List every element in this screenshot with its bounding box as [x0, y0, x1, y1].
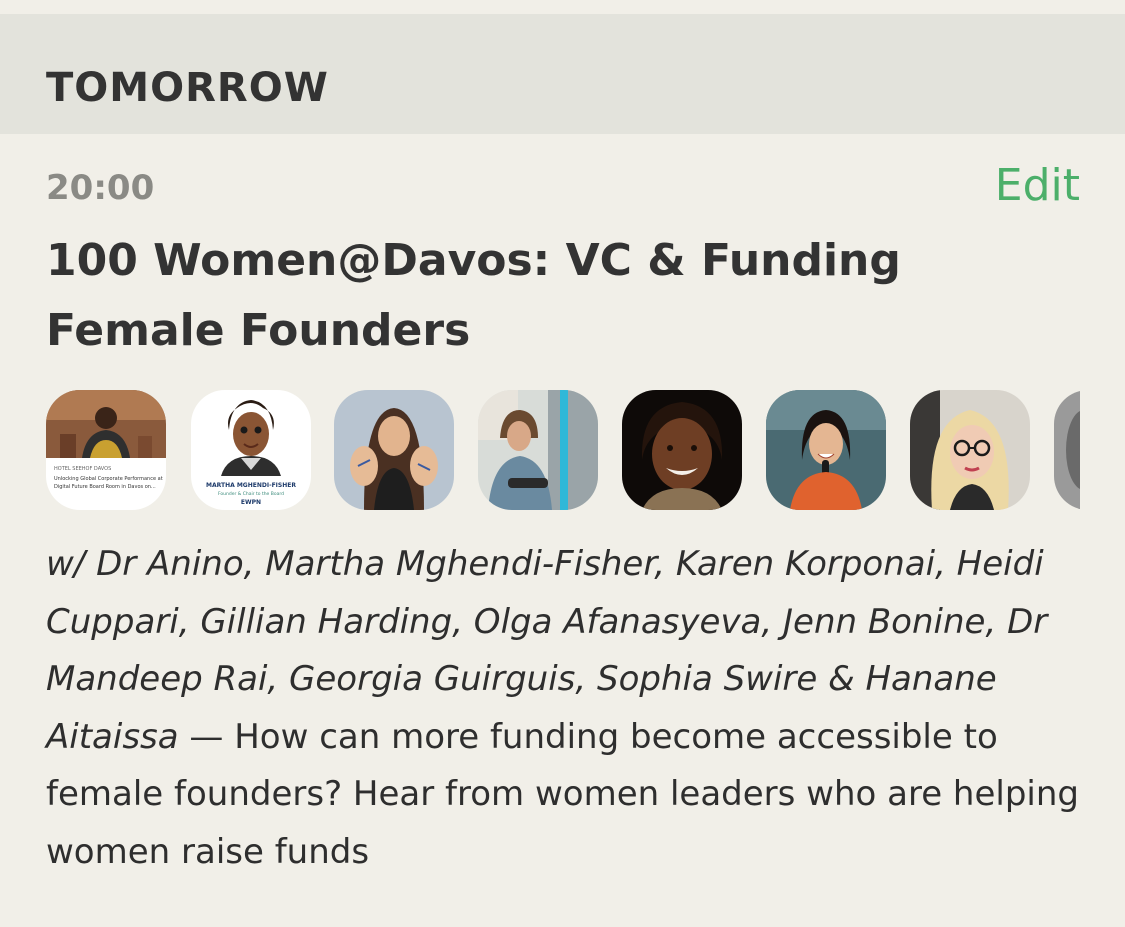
section-header-label: TOMORROW [46, 65, 329, 111]
avatar-partial[interactable] [1054, 390, 1080, 510]
avatar-karen-korponai[interactable] [334, 390, 454, 510]
avatar-dr-anino[interactable]: HOTEL SEEHOF DAVOS Unlocking Global Corp… [46, 390, 166, 510]
speaker-avatar-row[interactable]: HOTEL SEEHOF DAVOS Unlocking Global Corp… [46, 390, 1080, 512]
event-description: w/ Dr Anino, Martha Mghendi-Fisher, Kare… [46, 536, 1086, 881]
event-list-page: TOMORROW 20:00 Edit 100 Women@Davos: VC … [0, 0, 1125, 927]
top-strip [0, 0, 1125, 14]
avatar-olga-afanasyeva[interactable] [766, 390, 886, 510]
section-header: TOMORROW [0, 14, 1125, 134]
avatar-caption-line3: EWPN [241, 499, 261, 506]
avatar-caption-line1: MARTHA MGHENDI-FISHER [206, 482, 296, 489]
event-time: 20:00 [46, 168, 155, 208]
avatar-caption-line3: Digital Future Board Room in Davos on... [54, 484, 156, 490]
event-title[interactable]: 100 Women@Davos: VC & Funding Female Fou… [46, 226, 1046, 366]
avatar-caption-line1: HOTEL SEEHOF DAVOS [54, 466, 111, 472]
avatar-jenn-bonine[interactable] [910, 390, 1030, 510]
edit-button[interactable]: Edit [995, 160, 1080, 212]
avatar-caption-line2: Founder & Chair to the Board [218, 491, 284, 497]
description-separator: — [178, 716, 235, 757]
avatar-gillian-harding[interactable] [622, 390, 742, 510]
avatar-martha-mghendi-fisher[interactable]: MARTHA MGHENDI-FISHER Founder & Chair to… [191, 390, 311, 510]
avatar-heidi-cuppari[interactable] [478, 390, 598, 510]
avatar-caption-line2: Unlocking Global Corporate Performance a… [54, 476, 163, 482]
